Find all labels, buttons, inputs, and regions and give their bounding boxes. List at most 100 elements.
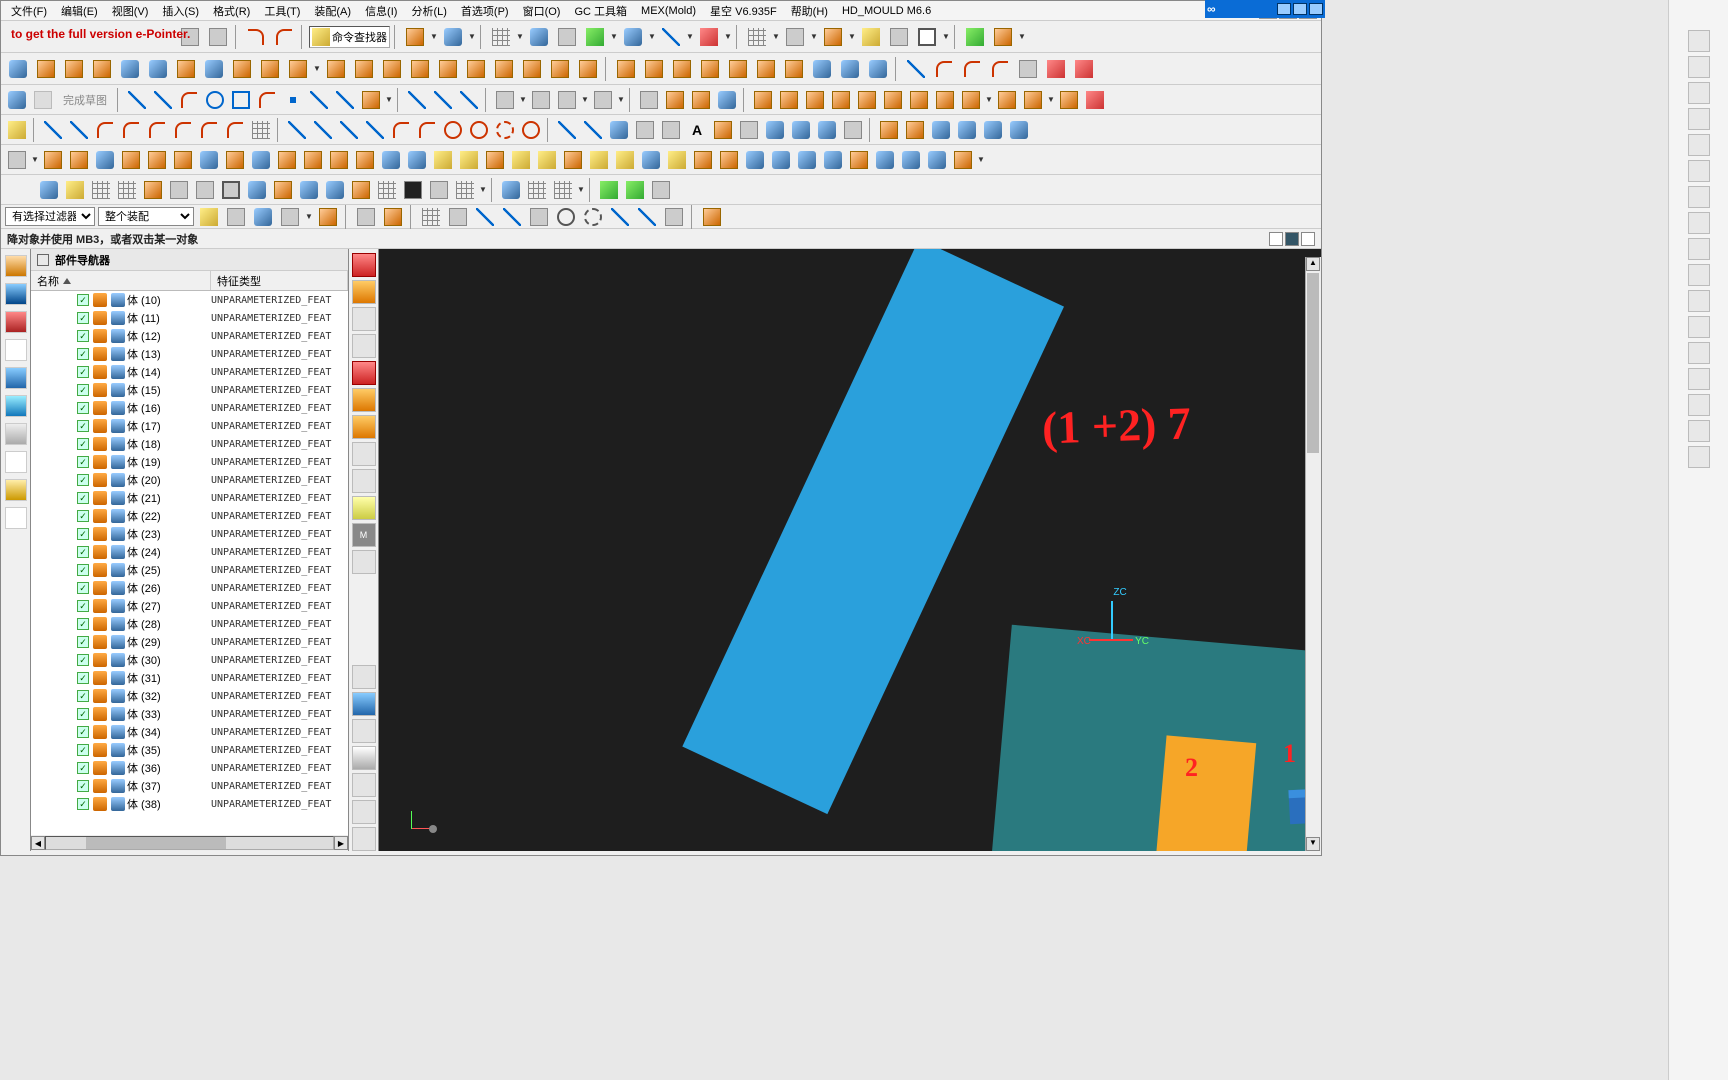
an-3-button[interactable] xyxy=(89,178,113,202)
tree-row[interactable]: ✓体 (23)UNPARAMETERIZED_FEAT xyxy=(31,525,348,543)
slot-button[interactable] xyxy=(547,56,573,82)
tree-row[interactable]: ✓体 (18)UNPARAMETERIZED_FEAT xyxy=(31,435,348,453)
curve-spline-button[interactable] xyxy=(959,56,985,82)
sk-fillet-button[interactable] xyxy=(255,88,279,112)
flt-3-button[interactable] xyxy=(251,205,275,229)
checkbox-icon[interactable]: ✓ xyxy=(77,762,89,774)
an-4-button[interactable] xyxy=(115,178,139,202)
flt-7-button[interactable] xyxy=(381,205,405,229)
wcs-origin-button[interactable] xyxy=(700,205,724,229)
snap-1-button[interactable] xyxy=(419,205,443,229)
an-8-button[interactable] xyxy=(219,178,243,202)
tree-row[interactable]: ✓体 (32)UNPARAMETERIZED_FEAT xyxy=(31,687,348,705)
shell-button[interactable] xyxy=(407,56,433,82)
res-palette-button[interactable] xyxy=(352,253,376,277)
hscroll-thumb[interactable] xyxy=(86,837,226,849)
an-19-button[interactable] xyxy=(525,178,549,202)
snap-pt-button[interactable] xyxy=(744,24,770,50)
column-type[interactable]: 特征类型 xyxy=(211,271,348,290)
project-curve-button[interactable] xyxy=(715,88,739,112)
rs-2-button[interactable] xyxy=(1688,56,1710,78)
checkbox-icon[interactable]: ✓ xyxy=(77,726,89,738)
rail-part-button[interactable] xyxy=(5,311,27,333)
res-grid-button[interactable] xyxy=(352,334,376,358)
vscroll-thumb[interactable] xyxy=(1307,273,1319,453)
type-filter-combo[interactable]: 有选择过滤器 xyxy=(5,207,95,226)
checkbox-icon[interactable]: ✓ xyxy=(77,582,89,594)
tree-row[interactable]: ✓体 (37)UNPARAMETERIZED_FEAT xyxy=(31,777,348,795)
checkbox-icon[interactable]: ✓ xyxy=(77,564,89,576)
rs-13-button[interactable] xyxy=(1688,342,1710,364)
offset-curve-button[interactable] xyxy=(663,88,687,112)
an-23-button[interactable] xyxy=(649,178,673,202)
checkbox-icon[interactable]: ✓ xyxy=(77,330,89,342)
scale-button[interactable] xyxy=(781,56,807,82)
int-crv-button[interactable] xyxy=(337,118,361,142)
menu-file[interactable]: 文件(F) xyxy=(5,1,53,21)
bounded-button[interactable] xyxy=(229,56,255,82)
trimc-button[interactable] xyxy=(555,118,579,142)
mw-proj-button[interactable] xyxy=(41,148,65,172)
mw-more5-button[interactable] xyxy=(873,148,897,172)
print-button[interactable] xyxy=(205,24,231,50)
res-g2-button[interactable] xyxy=(352,469,376,493)
analysis-button[interactable] xyxy=(962,24,988,50)
snap-2-button[interactable] xyxy=(446,205,470,229)
ruled-button[interactable] xyxy=(201,56,227,82)
checkbox-icon[interactable]: ✓ xyxy=(77,474,89,486)
mw-lifter-button[interactable] xyxy=(353,148,377,172)
snap-9-button[interactable] xyxy=(635,205,659,229)
ci-button[interactable] xyxy=(119,118,143,142)
rs-7-button[interactable] xyxy=(1688,186,1710,208)
mold-ejector-button[interactable] xyxy=(907,88,931,112)
clip-button[interactable] xyxy=(886,24,912,50)
mw-bom-button[interactable] xyxy=(561,148,585,172)
mw-more3-button[interactable] xyxy=(821,148,845,172)
navigator-tree[interactable]: ✓体 (10)UNPARAMETERIZED_FEAT✓体 (11)UNPARA… xyxy=(31,291,348,835)
wave-crv-button[interactable] xyxy=(763,118,787,142)
tree-row[interactable]: ✓体 (17)UNPARAMETERIZED_FEAT xyxy=(31,417,348,435)
res-b3-button[interactable] xyxy=(352,719,376,743)
rs-5-button[interactable] xyxy=(1688,134,1710,156)
tree-row[interactable]: ✓体 (33)UNPARAMETERIZED_FEAT xyxy=(31,705,348,723)
vscroll-up-button[interactable]: ▲ xyxy=(1306,257,1320,271)
checkbox-icon[interactable]: ✓ xyxy=(77,528,89,540)
checkbox-icon[interactable]: ✓ xyxy=(77,312,89,324)
mw-unload-button[interactable] xyxy=(743,148,767,172)
menu-analyze[interactable]: 分析(L) xyxy=(405,1,452,21)
mold-bom-button[interactable] xyxy=(1021,88,1045,112)
rs-17-button[interactable] xyxy=(1688,446,1710,468)
xform6-button[interactable] xyxy=(1007,118,1031,142)
extrude-button[interactable] xyxy=(33,56,59,82)
ln-button[interactable] xyxy=(67,118,91,142)
mw-view-button[interactable] xyxy=(665,148,689,172)
mw-init-button[interactable] xyxy=(5,148,29,172)
tree-row[interactable]: ✓体 (14)UNPARAMETERIZED_FEAT xyxy=(31,363,348,381)
mold-split-button[interactable] xyxy=(751,88,775,112)
view-toggle-full[interactable] xyxy=(1285,232,1299,246)
an-16-button[interactable] xyxy=(427,178,451,202)
tree-row[interactable]: ✓体 (11)UNPARAMETERIZED_FEAT xyxy=(31,309,348,327)
checkbox-icon[interactable]: ✓ xyxy=(77,438,89,450)
wc-button[interactable] xyxy=(440,24,466,50)
proj-crv-button[interactable] xyxy=(311,118,335,142)
rs-3-button[interactable] xyxy=(1688,82,1710,104)
checkbox-icon[interactable]: ✓ xyxy=(77,348,89,360)
rail-sys-button[interactable] xyxy=(5,507,27,529)
br-crv-button[interactable] xyxy=(389,118,413,142)
redo-button[interactable] xyxy=(271,24,297,50)
wrap-crv-button[interactable] xyxy=(493,118,517,142)
snap-3-button[interactable] xyxy=(473,205,497,229)
menu-tools[interactable]: 工具(T) xyxy=(258,1,306,21)
subtract-button[interactable] xyxy=(641,56,667,82)
mw-wp-button[interactable] xyxy=(119,148,143,172)
pin-icon[interactable] xyxy=(37,254,49,266)
an-2-button[interactable] xyxy=(63,178,87,202)
pattern-button[interactable] xyxy=(753,56,779,82)
rail-hd3d-button[interactable] xyxy=(5,367,27,389)
rs-4-button[interactable] xyxy=(1688,108,1710,130)
viewport-3d[interactable]: (1 +2) 7 2 1 ZC XC YC xyxy=(379,249,1321,851)
tree-row[interactable]: ✓体 (25)UNPARAMETERIZED_FEAT xyxy=(31,561,348,579)
sk-point-button[interactable] xyxy=(281,88,305,112)
basic-curve-button[interactable] xyxy=(5,118,29,142)
